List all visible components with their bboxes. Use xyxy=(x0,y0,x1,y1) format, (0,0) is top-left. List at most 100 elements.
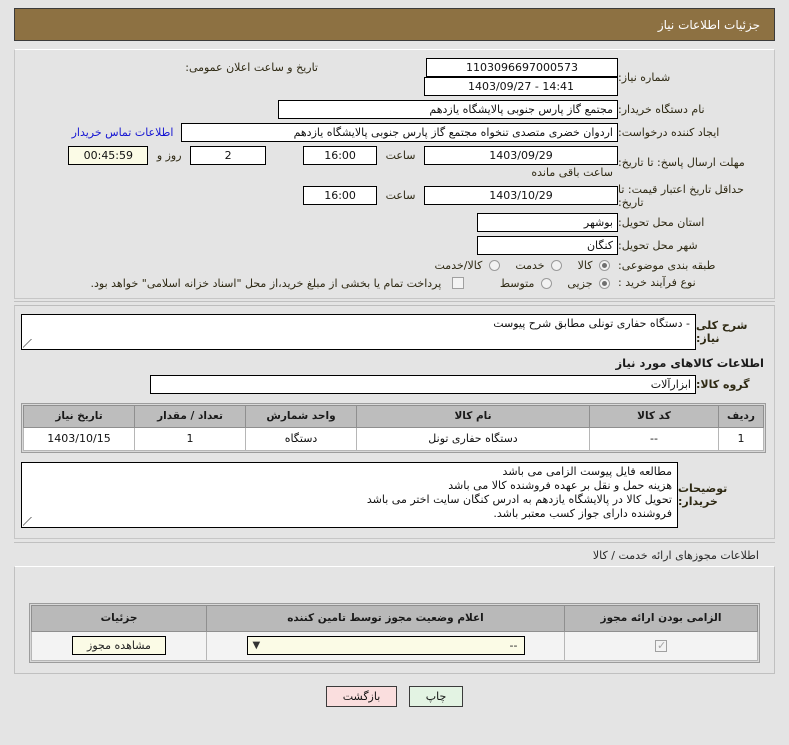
permits-cell-status: ▼ -- xyxy=(206,630,565,661)
radio-purchase-minor-label: جزیی xyxy=(567,276,593,290)
goods-col-unit: واحد شمارش xyxy=(245,404,357,428)
buyer-notes-line-3: تحویل کالا در پالایشگاه یازدهم به ادرس ک… xyxy=(366,492,672,506)
need-number-label: شماره نیاز: xyxy=(618,70,671,84)
buyer-notes-line-4: فروشنده دارای جواز کسب معتبر باشد. xyxy=(493,506,672,520)
divider-1 xyxy=(14,300,775,302)
goods-cell-row: 1 xyxy=(718,426,764,451)
goods-table-container: ردیف کد کالا نام کالا واحد شمارش تعداد /… xyxy=(21,402,766,453)
goods-col-qty: تعداد / مقدار xyxy=(134,404,246,428)
row-requester: ایجاد کننده درخواست: اردوان خضری متصدی ت… xyxy=(21,121,766,144)
buyer-notes-line-2: هزینه حمل و نقل بر عهده فروشنده کالا می … xyxy=(448,478,672,492)
row-subject-class: طبقه بندی موضوعی: کالا خدمت کالا/خدمت xyxy=(21,257,766,275)
announce-value: 14:41 - 1403/09/27 xyxy=(424,77,618,96)
response-deadline-label: مهلت ارسال پاسخ: تا تاریخ: xyxy=(618,155,745,169)
goods-section-title: اطلاعات کالاهای مورد نیاز xyxy=(615,355,764,370)
treasury-bond-note: پرداخت تمام یا بخشی از مبلغ خرید،از محل … xyxy=(90,276,442,290)
radio-subject-goods-label: کالا xyxy=(577,259,593,272)
view-permit-button[interactable]: مشاهده مجوز xyxy=(72,636,166,655)
remaining-days-label: روز و xyxy=(156,149,182,162)
row-need-description: شرح کلی نیاز: - دستگاه حفاری تونلی مطابق… xyxy=(21,312,766,352)
goods-col-date: تاریخ نیاز xyxy=(23,404,135,428)
radio-subject-goods[interactable] xyxy=(599,260,610,271)
goods-cell-date: 1403/10/15 xyxy=(23,426,135,451)
permit-status-select[interactable]: ▼ -- xyxy=(246,636,525,655)
price-validity-time: 16:00 xyxy=(303,186,378,205)
goods-cell-qty: 1 xyxy=(134,426,246,451)
row-need-number: شماره نیاز: 1103096697000573 تاریخ و ساع… xyxy=(21,56,766,98)
permits-section-title: اطلاعات مجوزهای ارائه خدمت / کالا xyxy=(592,548,759,562)
buyer-org-value: مجتمع گاز پارس جنوبی پالایشگاه یازدهم xyxy=(278,100,618,119)
province-value: بوشهر xyxy=(477,212,618,232)
goods-col-row: ردیف xyxy=(718,404,764,428)
row-buyer-notes: توضیحات خریدار: مطالعه فایل پیوست الزامی… xyxy=(21,460,766,530)
permits-table: الزامی بودن ارائه مجوز اعلام وضعیت مجوز … xyxy=(31,604,758,661)
buyer-notes-form: توضیحات خریدار: مطالعه فایل پیوست الزامی… xyxy=(21,460,766,530)
radio-purchase-medium-label: متوسط xyxy=(499,276,535,290)
buyer-contact-link[interactable]: اطلاعات تماس خریدار xyxy=(68,126,178,139)
row-response-deadline: مهلت ارسال پاسخ: تا تاریخ: 1403/09/29 سا… xyxy=(21,144,766,181)
table-row: 1 -- دستگاه حفاری تونل دستگاه 1 1403/10/… xyxy=(23,426,764,451)
print-button[interactable]: چاپ xyxy=(408,685,464,707)
countdown-label: ساعت باقی مانده xyxy=(531,165,613,179)
purchase-type-label: نوع فرآیند خرید : xyxy=(618,276,696,290)
buyer-notes-line-1: مطالعه فایل پیوست الزامی می باشد xyxy=(502,464,672,478)
goods-cell-name: دستگاه حفاری تونل xyxy=(356,426,590,451)
goods-col-code: کد کالا xyxy=(589,404,719,428)
row-province: استان محل تحویل: بوشهر xyxy=(21,211,766,234)
chevron-down-icon: ▼ xyxy=(252,640,261,651)
row-city: شهر محل تحویل: کنگان xyxy=(21,234,766,257)
permits-panel: الزامی بودن ارائه مجوز اعلام وضعیت مجوز … xyxy=(14,565,775,674)
goods-group-value: ابزارآلات xyxy=(150,374,696,394)
price-validity-time-label: ساعت xyxy=(385,189,416,202)
row-goods-group: گروه کالا: ابزارآلات xyxy=(21,373,766,396)
row-purchase-type: نوع فرآیند خرید : جزیی متوسط پرداخت تمام… xyxy=(21,274,766,292)
subject-class-label: طبقه بندی موضوعی: xyxy=(618,258,716,272)
province-label: استان محل تحویل: xyxy=(618,215,705,229)
permit-required-checkbox xyxy=(655,639,667,652)
price-validity-date: 1403/10/29 xyxy=(424,186,618,205)
requester-value: اردوان خضری متصدی تنخواه مجتمع گاز پارس … xyxy=(181,123,618,142)
permits-col-status: اعلام وضعیت مجوز توسط تامین کننده xyxy=(206,604,565,632)
permits-col-required: الزامی بودن ارائه مجوز xyxy=(564,604,758,632)
response-deadline-time: 16:00 xyxy=(303,146,378,165)
permits-cell-details: مشاهده مجوز xyxy=(31,630,207,661)
table-row: ▼ -- مشاهده مجوز xyxy=(31,630,758,661)
need-description-value: - دستگاه حفاری تونلی مطابق شرح پیوست xyxy=(21,313,696,350)
need-info-panel: شماره نیاز: 1103096697000573 تاریخ و ساع… xyxy=(14,49,775,299)
goods-cell-unit: دستگاه xyxy=(245,426,357,451)
page-title: جزئیات اطلاعات نیاز xyxy=(14,8,775,41)
need-description-form: شرح کلی نیاز: - دستگاه حفاری تونلی مطابق… xyxy=(21,312,766,352)
radio-subject-goods-service[interactable] xyxy=(488,260,500,271)
back-button[interactable]: بازگشت xyxy=(325,685,398,707)
city-value: کنگان xyxy=(477,235,618,255)
need-number-value: 1103096697000573 xyxy=(426,58,618,77)
goods-col-name: نام کالا xyxy=(356,404,590,428)
radio-purchase-minor[interactable] xyxy=(599,277,610,289)
buyer-notes-label: توضیحات خریدار: xyxy=(678,481,728,508)
goods-panel: شرح کلی نیاز: - دستگاه حفاری تونلی مطابق… xyxy=(14,304,775,539)
treasury-bond-checkbox[interactable] xyxy=(451,277,464,289)
permits-table-container: الزامی بودن ارائه مجوز اعلام وضعیت مجوز … xyxy=(29,602,760,663)
buyer-notes-value: مطالعه فایل پیوست الزامی می باشد هزینه ح… xyxy=(21,461,678,528)
price-validity-label: حداقل تاریخ اعتبار قیمت: تا تاریخ: xyxy=(618,182,744,209)
city-label: شهر محل تحویل: xyxy=(618,238,698,252)
permits-table-header-row: الزامی بودن ارائه مجوز اعلام وضعیت مجوز … xyxy=(31,604,758,632)
radio-subject-service-label: خدمت xyxy=(515,259,545,272)
countdown-timer: 00:45:59 xyxy=(68,146,149,165)
remaining-days: 2 xyxy=(190,146,267,165)
footer-actions: چاپ بازگشت xyxy=(14,674,775,707)
response-deadline-date: 1403/09/29 xyxy=(424,146,618,165)
goods-group-form: گروه کالا: ابزارآلات xyxy=(21,373,766,396)
radio-purchase-medium[interactable] xyxy=(540,277,552,289)
row-buyer-org: نام دستگاه خریدار: مجتمع گاز پارس جنوبی … xyxy=(21,98,766,121)
response-deadline-time-label: ساعت xyxy=(385,149,416,162)
goods-table: ردیف کد کالا نام کالا واحد شمارش تعداد /… xyxy=(23,404,764,451)
announce-label: تاریخ و ساعت اعلان عمومی: xyxy=(185,61,318,74)
radio-subject-goods-service-label: کالا/خدمت xyxy=(434,259,483,272)
permits-cell-required xyxy=(564,630,758,661)
permits-col-details: جزئیات xyxy=(31,604,207,632)
permit-status-value: -- xyxy=(509,639,518,652)
radio-subject-service[interactable] xyxy=(551,260,563,271)
header: جزئیات اطلاعات نیاز xyxy=(0,0,789,41)
row-price-validity: حداقل تاریخ اعتبار قیمت: تا تاریخ: 1403/… xyxy=(21,181,766,211)
